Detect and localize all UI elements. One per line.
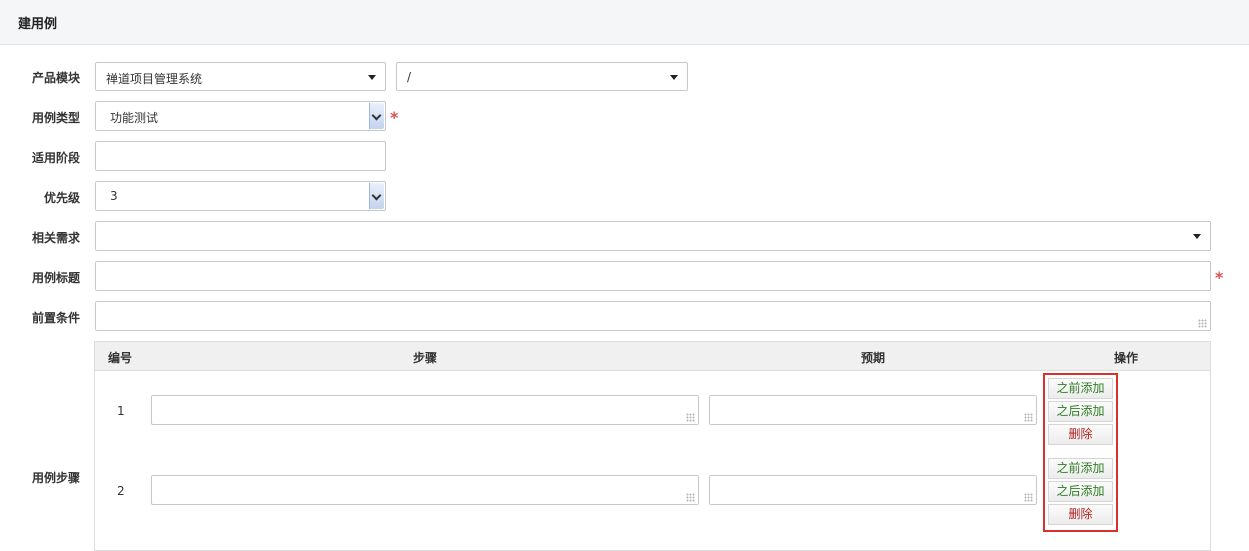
- resize-grip-icon[interactable]: [1024, 413, 1033, 422]
- delete-step-button[interactable]: 删除: [1048, 504, 1113, 525]
- chevron-down-icon: [368, 75, 376, 80]
- case-type-value: 功能测试: [110, 111, 159, 125]
- priority-select[interactable]: 3: [95, 181, 386, 211]
- add-after-button[interactable]: 之后添加: [1048, 401, 1113, 422]
- column-expect: 预期: [861, 351, 886, 365]
- column-action: 操作: [1114, 351, 1139, 365]
- required-mark: *: [1215, 268, 1224, 287]
- step-textarea[interactable]: [151, 475, 699, 505]
- add-after-button[interactable]: 之后添加: [1048, 481, 1113, 502]
- chevron-down-icon: [670, 75, 678, 80]
- step-number: 2: [117, 484, 125, 498]
- resize-grip-icon[interactable]: [1024, 493, 1033, 502]
- add-before-button[interactable]: 之前添加: [1048, 378, 1113, 399]
- stage-select[interactable]: [95, 141, 386, 171]
- product-select-value: 禅道项目管理系统: [106, 72, 203, 86]
- priority-label: 优先级: [44, 191, 81, 205]
- product-module-label: 产品模块: [32, 71, 81, 85]
- chevron-down-icon: [1193, 234, 1201, 239]
- title-label: 用例标题: [32, 271, 81, 285]
- column-step: 步骤: [413, 351, 438, 365]
- step-number: 1: [117, 404, 125, 418]
- column-num: 编号: [108, 351, 133, 365]
- page-title: 建用例: [18, 17, 58, 32]
- case-type-label: 用例类型: [32, 111, 81, 125]
- module-select[interactable]: /: [396, 62, 688, 91]
- title-input[interactable]: [95, 261, 1211, 291]
- dropdown-button[interactable]: [369, 183, 384, 209]
- story-select[interactable]: [95, 221, 1211, 251]
- chevron-down-icon: [371, 190, 382, 201]
- precondition-label: 前置条件: [32, 311, 81, 325]
- story-label: 相关需求: [32, 231, 81, 245]
- priority-value: 3: [110, 189, 118, 203]
- product-select[interactable]: 禅道项目管理系统: [95, 62, 386, 91]
- add-before-button[interactable]: 之前添加: [1048, 458, 1113, 479]
- chevron-down-icon: [371, 110, 382, 121]
- steps-label: 用例步骤: [32, 471, 81, 485]
- expect-textarea[interactable]: [709, 475, 1037, 505]
- dropdown-button[interactable]: [369, 103, 384, 129]
- module-select-value: /: [407, 70, 412, 84]
- steps-table-header: 编号 步骤 预期 操作: [95, 342, 1210, 371]
- precondition-textarea[interactable]: [95, 301, 1211, 331]
- required-mark: *: [390, 108, 399, 127]
- resize-grip-icon[interactable]: [1198, 319, 1207, 328]
- page-header: 建用例: [0, 0, 1249, 45]
- resize-grip-icon[interactable]: [686, 493, 695, 502]
- step-textarea[interactable]: [151, 395, 699, 425]
- case-type-select[interactable]: 功能测试: [95, 101, 386, 131]
- delete-step-button[interactable]: 删除: [1048, 424, 1113, 445]
- stage-label: 适用阶段: [32, 151, 81, 165]
- resize-grip-icon[interactable]: [686, 413, 695, 422]
- expect-textarea[interactable]: [709, 395, 1037, 425]
- step-actions-highlight: 之前添加 之后添加 删除 之前添加 之后添加 删除: [1043, 373, 1118, 532]
